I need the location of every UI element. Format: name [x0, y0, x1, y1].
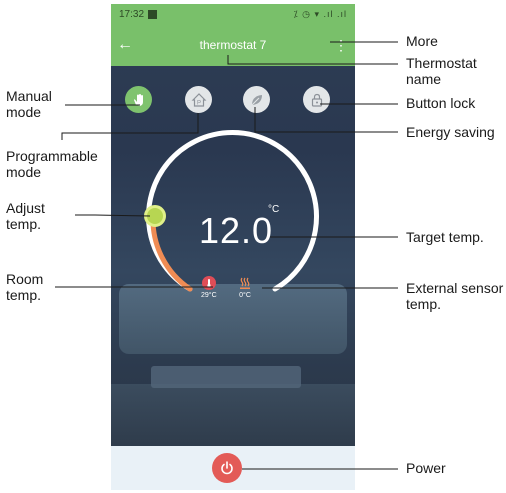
callout-manual-mode: Manual mode — [6, 88, 52, 120]
external-temp-readout: 0°C — [238, 276, 252, 299]
status-time: 17:32 — [119, 8, 145, 20]
callout-room-line2: temp. — [6, 287, 42, 303]
dial-arc-warm — [150, 213, 193, 292]
more-vertical-icon: ⋮ — [334, 37, 348, 53]
background-sofa — [119, 284, 347, 354]
callout-thermostat-name: Thermostat name — [406, 55, 477, 87]
notification-icon — [148, 9, 158, 19]
manual-mode-button[interactable] — [125, 86, 152, 113]
callout-adjust-line2: temp. — [6, 216, 42, 232]
callout-external-line1: External sensor — [406, 280, 504, 296]
callout-thermostat-name-line1: Thermostat — [406, 55, 477, 71]
mode-toolbar: P — [111, 86, 355, 126]
target-temp: 12.0 — [199, 210, 274, 251]
adjust-temp-handle[interactable] — [144, 205, 166, 227]
thermostat-name: thermostat 7 — [199, 38, 267, 52]
callout-manual-mode-line2: mode — [6, 104, 42, 120]
callout-manual-mode-line1: Manual — [6, 88, 52, 104]
callout-room-temp: Room temp. — [6, 271, 43, 303]
callout-energy-saving: Energy saving — [406, 124, 495, 140]
callout-target-temp: Target temp. — [406, 229, 484, 245]
callout-power: Power — [406, 460, 446, 476]
callout-programmable-line1: Programmable — [6, 148, 98, 164]
hand-icon — [133, 93, 143, 106]
callout-programmable-mode: Programmable mode — [6, 148, 98, 180]
phone-screen: 17:32 ⁒ ◷ ▾ .ıl .ıl ← thermostat 7 ⋮ P °… — [111, 4, 355, 490]
external-temp: 0°C — [239, 292, 251, 299]
back-button[interactable]: ← — [111, 36, 139, 54]
callout-external-sensor: External sensor temp. — [406, 280, 503, 312]
app-bar: ← thermostat 7 ⋮ — [111, 24, 355, 66]
room-temp: 29°C — [201, 292, 217, 299]
callout-programmable-line2: mode — [6, 164, 42, 180]
button-lock-button[interactable] — [303, 86, 330, 113]
svg-text:P: P — [196, 100, 200, 106]
callout-adjust-temp: Adjust temp. — [6, 200, 45, 232]
status-indicators: ⁒ ◷ ▾ .ıl .ıl — [293, 8, 347, 19]
lock-icon — [311, 93, 322, 107]
arrow-left-icon: ← — [117, 36, 133, 53]
room-temp-readout: 29°C — [201, 276, 217, 299]
power-icon — [221, 461, 233, 475]
background-table — [151, 366, 301, 388]
p-house-icon: P — [191, 92, 206, 107]
callout-more: More — [406, 33, 438, 49]
thermometer-icon — [201, 276, 216, 290]
leaf-icon — [251, 94, 262, 105]
more-button[interactable]: ⋮ — [327, 38, 355, 52]
floor-heat-icon — [238, 276, 252, 290]
programmable-mode-button[interactable]: P — [185, 86, 212, 113]
callout-room-line1: Room — [6, 271, 44, 287]
callout-adjust-line1: Adjust — [6, 200, 45, 216]
callout-button-lock: Button lock — [406, 95, 476, 111]
power-button[interactable] — [212, 453, 242, 483]
callout-external-line2: temp. — [406, 296, 442, 312]
energy-saving-button[interactable] — [243, 86, 270, 113]
status-bar: 17:32 ⁒ ◷ ▾ .ıl .ıl — [111, 4, 355, 24]
callout-thermostat-name-line2: name — [406, 71, 442, 87]
